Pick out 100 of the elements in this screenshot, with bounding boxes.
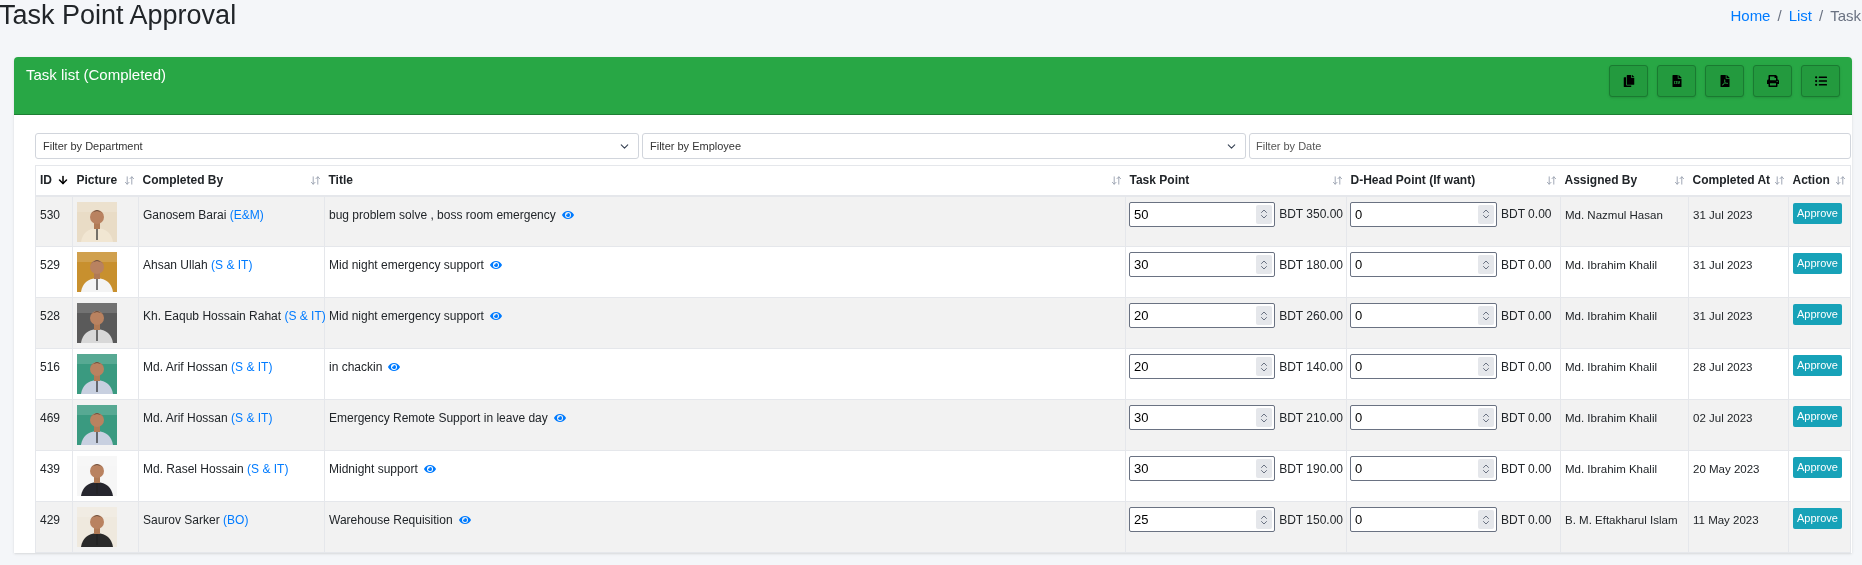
amount-text: BDT 0.00 [1501,256,1552,274]
amount-text: BDT 180.00 [1279,256,1343,274]
person-name: Ahsan Ullah [143,258,208,272]
spinner-icon[interactable] [1256,306,1273,325]
column-header[interactable]: Assigned By [1564,171,1638,190]
breadcrumb-separator: / [1777,6,1782,26]
view-icon[interactable] [561,208,574,221]
spinner-icon[interactable] [1478,510,1494,529]
dhead-point-field[interactable]: 0 [1350,405,1497,430]
page-title: Task Point Approval [0,0,237,30]
spinner-icon[interactable] [1478,306,1494,325]
table-cell: 31 Jul 2023 [1693,208,1753,221]
column-header[interactable]: Completed At [1692,171,1771,190]
dhead-point-field[interactable]: 0 [1350,303,1497,328]
task-point-field[interactable]: 20 [1129,303,1276,328]
amount-text: BDT 210.00 [1279,409,1343,427]
breadcrumb-link[interactable]: List [1788,5,1812,28]
dhead-point-field[interactable]: 0 [1350,201,1497,227]
department-link[interactable]: (S & IT) [231,360,273,374]
view-icon[interactable] [489,259,502,271]
task-point-field[interactable]: 50 [1129,201,1276,227]
table-cell: 439 [40,462,61,476]
spinner-icon[interactable] [1256,408,1273,427]
table-cell: 516 [40,360,61,374]
copy-button[interactable] [1609,65,1648,97]
amount-text: BDT 0.00 [1501,511,1552,529]
table-cell: Md. Ibrahim Khalil [1565,412,1658,424]
view-icon[interactable] [388,361,401,373]
dhead-point-field[interactable]: 0 [1350,507,1497,532]
department-link[interactable]: (E&M) [229,207,264,222]
date-filter-field[interactable]: Filter by Date [1249,133,1851,159]
spinner-icon[interactable] [1478,255,1494,274]
view-icon[interactable] [458,514,471,526]
spinner-icon[interactable] [1256,459,1273,478]
department-link[interactable]: (S & IT) [211,258,253,272]
column-header[interactable]: Task Point [1129,171,1190,190]
dhead-point-field[interactable]: 0 [1350,252,1497,277]
dhead-point-field[interactable]: 0 [1350,354,1497,379]
table-cell: 02 Jul 2023 [1693,412,1753,424]
pdf-button[interactable] [1705,65,1744,97]
csv-button[interactable] [1657,65,1696,97]
column-header[interactable]: ID [40,171,52,190]
sort-icon[interactable] [1110,174,1122,186]
department-link[interactable]: (S & IT) [231,411,273,425]
task-point-field[interactable]: 30 [1129,252,1276,277]
person-name: Saurov Sarker [143,513,220,527]
table-cell: Md. Ibrahim Khalil [1565,259,1658,271]
table-cell: 11 May 2023 [1693,514,1759,526]
spinner-icon[interactable] [1256,510,1273,529]
column-header[interactable]: Action [1792,171,1830,190]
sort-icon[interactable] [1673,174,1685,186]
filter-dropdown[interactable]: Filter by Employee [642,133,1246,159]
sort-icon[interactable] [1545,174,1557,186]
task-point-field[interactable]: 30 [1129,405,1276,430]
column-header[interactable]: Completed By [142,171,224,190]
amount-text: BDT 0.00 [1501,307,1552,325]
sort-icon[interactable] [1835,174,1846,186]
amount-text: BDT 0.00 [1501,460,1552,478]
department-link[interactable]: (S & IT) [247,462,289,476]
column-header[interactable]: D-Head Point (If want) [1350,171,1476,190]
task-point-field[interactable]: 20 [1129,354,1276,379]
amount-text: BDT 260.00 [1279,307,1343,325]
table-cell: 469 [40,411,61,425]
dhead-point-field[interactable]: 0 [1350,456,1497,481]
filter-dropdown[interactable]: Filter by Department [35,133,639,159]
task-title: Mid night emergency support [329,308,484,325]
breadcrumb-separator: / [1819,6,1824,26]
print-icon [1766,75,1779,87]
sort-icon[interactable] [123,174,135,186]
amount-text: BDT 150.00 [1279,511,1343,529]
list-icon [1814,75,1827,87]
task-point-field[interactable]: 30 [1129,456,1276,481]
columns-button[interactable] [1801,65,1840,97]
department-link[interactable]: (BO) [223,513,249,527]
task-title: Emergency Remote Support in leave day [329,410,548,427]
column-header[interactable]: Picture [76,171,118,190]
view-icon[interactable] [423,463,436,475]
view-icon[interactable] [553,412,566,424]
task-point-field[interactable]: 25 [1129,507,1276,532]
sort-icon[interactable] [309,174,321,186]
amount-text: BDT 0.00 [1501,358,1552,376]
sort-descending-icon[interactable] [56,174,69,187]
spinner-icon[interactable] [1256,357,1273,376]
table-cell: B. M. Eftakharul Islam [1565,514,1678,526]
amount-text: BDT 190.00 [1279,460,1343,478]
pdf-file-icon [1718,75,1731,87]
breadcrumb-link[interactable]: Home [1730,5,1771,28]
view-icon[interactable] [489,310,502,322]
spinner-icon[interactable] [1478,459,1494,478]
table-cell: Md. Ibrahim Khalil [1565,310,1658,322]
spinner-icon[interactable] [1478,408,1494,427]
department-link[interactable]: (S & IT) [284,309,326,323]
spinner-icon[interactable] [1256,255,1273,274]
table-cell: 429 [40,513,61,527]
column-header[interactable]: Title [328,171,353,190]
spinner-icon[interactable] [1478,357,1494,376]
sort-icon[interactable] [1331,174,1343,186]
print-button[interactable] [1753,65,1792,97]
sort-icon[interactable] [1773,174,1785,186]
person-name: Kh. Eaqub Hossain Rahat [143,309,282,323]
